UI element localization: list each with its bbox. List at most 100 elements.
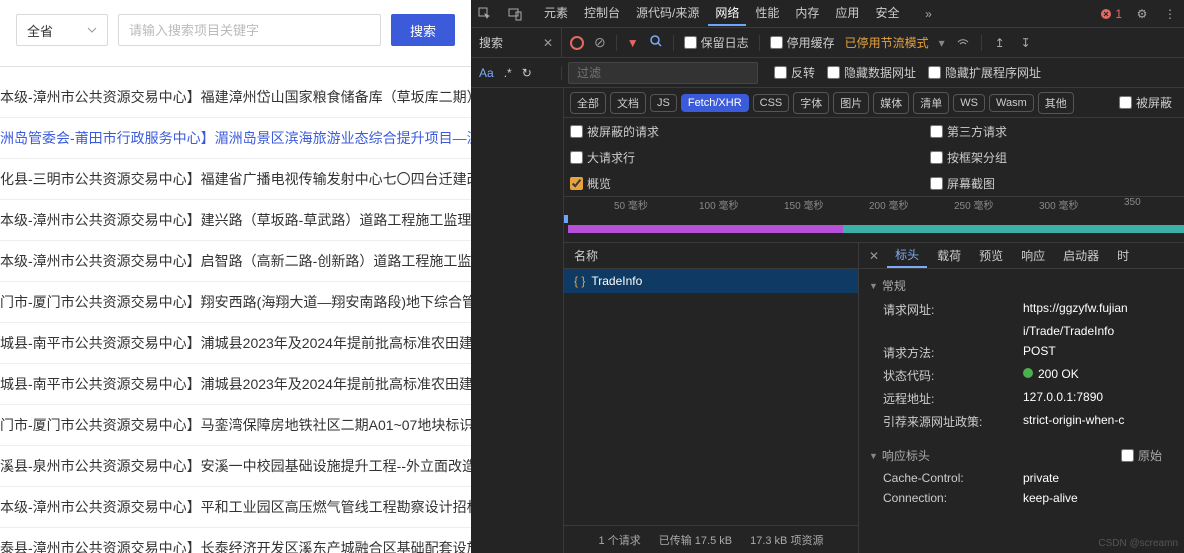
list-item[interactable]: 门市-厦门市公共资源交易中心】马銮湾保障房地铁社区二期A01~07地块标识标 bbox=[0, 405, 471, 446]
more-tabs-icon[interactable]: » bbox=[920, 6, 936, 22]
close-icon[interactable]: ✕ bbox=[543, 36, 553, 50]
tab-网络[interactable]: 网络 bbox=[708, 1, 746, 26]
response-headers-section[interactable]: ▼响应标头 原始 bbox=[859, 443, 1184, 468]
upload-icon[interactable]: ↥ bbox=[992, 35, 1008, 51]
list-item[interactable]: 本级-漳州市公共资源交易中心】平和工业园区高压燃气管线工程勘察设计招标 bbox=[0, 487, 471, 528]
list-item[interactable]: 本级-漳州市公共资源交易中心】建兴路（草坂路-草武路）道路工程施工监理（ bbox=[0, 200, 471, 241]
inspect-icon[interactable] bbox=[477, 6, 493, 22]
type-chip[interactable]: JS bbox=[650, 94, 677, 112]
preserve-log-checkbox[interactable]: 保留日志 bbox=[684, 34, 749, 51]
hide-data-checkbox[interactable]: 隐藏数据网址 bbox=[827, 64, 916, 81]
bottom-area: 名称 { } TradeInfo 1 个请求 已传输 17.5 kB 17.3 … bbox=[563, 243, 1184, 553]
regex-icon[interactable]: .* bbox=[504, 66, 512, 80]
screenshots-checkbox[interactable]: 屏幕截图 bbox=[930, 175, 995, 192]
triangle-down-icon: ▼ bbox=[869, 281, 878, 291]
detail-tab[interactable]: 响应 bbox=[1013, 244, 1053, 267]
group-frame-checkbox[interactable]: 按框架分组 bbox=[930, 149, 1007, 166]
network-toolbar: ⊘ ▼ 保留日志 停用缓存 已停用节流模式 ▾ ↥ ↧ bbox=[562, 28, 1184, 57]
transfer-size: 已传输 17.5 kB bbox=[659, 532, 732, 548]
filter-icon[interactable]: ▼ bbox=[627, 36, 639, 50]
kv-row: 请求方法:POST bbox=[859, 341, 1184, 364]
tab-元素[interactable]: 元素 bbox=[537, 1, 575, 26]
kv-row: Connection:keep-alive bbox=[859, 488, 1184, 508]
more-icon[interactable]: ⋮ bbox=[1162, 6, 1178, 22]
list-item[interactable]: 城县-南平市公共资源交易中心】浦城县2023年及2024年提前批高标准农田建设 bbox=[0, 364, 471, 405]
big-rows-checkbox[interactable]: 大请求行 bbox=[570, 149, 930, 166]
general-section[interactable]: ▼常规 bbox=[859, 273, 1184, 298]
search-button[interactable]: 搜索 bbox=[391, 14, 455, 46]
json-icon: { } bbox=[574, 274, 585, 288]
search-icon[interactable] bbox=[649, 34, 663, 51]
settings-icon[interactable]: ⚙ bbox=[1134, 6, 1150, 22]
type-chip[interactable]: 媒体 bbox=[873, 92, 909, 114]
blocked-resp-checkbox[interactable]: 被屏蔽 bbox=[1119, 94, 1172, 111]
hide-ext-checkbox[interactable]: 隐藏扩展程序网址 bbox=[928, 64, 1041, 81]
throttle-status[interactable]: 已停用节流模式 bbox=[845, 34, 929, 51]
disable-cache-checkbox[interactable]: 停用缓存 bbox=[770, 34, 835, 51]
type-chip[interactable]: 清单 bbox=[913, 92, 949, 114]
wifi-icon[interactable] bbox=[955, 35, 971, 51]
type-chip[interactable]: 全部 bbox=[570, 92, 606, 114]
result-list: 本级-漳州市公共资源交易中心】福建漳州岱山国家粮食储备库（草坂库二期）洲岛管委会… bbox=[0, 67, 471, 553]
detail-tab[interactable]: 载荷 bbox=[929, 244, 969, 267]
filter-input[interactable] bbox=[568, 62, 758, 84]
devtools-panel: 元素控制台源代码/来源网络性能内存应用安全 » 1 ⚙ ⋮ 搜索 ✕ ⊘ ▼ 保… bbox=[471, 0, 1184, 553]
detail-column: ✕ 标头载荷预览响应启动器时 ▼常规 请求网址:https://ggzyfw.f… bbox=[859, 243, 1184, 553]
list-item[interactable]: 门市-厦门市公共资源交易中心】翔安西路(海翔大道—翔安南路段)地下综合管廊 bbox=[0, 282, 471, 323]
tab-应用[interactable]: 应用 bbox=[828, 1, 866, 26]
detail-tabs: ✕ 标头载荷预览响应启动器时 bbox=[859, 243, 1184, 269]
list-item[interactable]: 本级-漳州市公共资源交易中心】福建漳州岱山国家粮食储备库（草坂库二期） bbox=[0, 77, 471, 118]
close-detail-icon[interactable]: ✕ bbox=[863, 249, 885, 263]
province-select[interactable]: 全省 bbox=[16, 14, 108, 46]
tick: 150 毫秒 bbox=[784, 197, 823, 212]
invert-checkbox[interactable]: 反转 bbox=[774, 64, 815, 81]
throttle-caret-icon[interactable]: ▾ bbox=[939, 36, 945, 50]
overview-checkbox[interactable]: 概览 bbox=[570, 175, 930, 192]
type-chip[interactable]: WS bbox=[953, 94, 985, 112]
blocked-req-checkbox[interactable]: 被屏蔽的请求 bbox=[570, 123, 930, 140]
record-button[interactable] bbox=[570, 36, 584, 50]
refresh-icon[interactable]: ↻ bbox=[522, 66, 532, 80]
clear-icon[interactable]: ⊘ bbox=[594, 34, 606, 51]
device-icon[interactable] bbox=[507, 6, 523, 22]
timeline[interactable]: 50 毫秒100 毫秒150 毫秒200 毫秒250 毫秒300 毫秒350 bbox=[563, 197, 1184, 243]
type-chip[interactable]: Wasm bbox=[989, 94, 1034, 112]
filter-row: Aa .* ↻ 反转 隐藏数据网址 隐藏扩展程序网址 bbox=[471, 58, 1184, 88]
tab-安全[interactable]: 安全 bbox=[868, 1, 906, 26]
detail-tab[interactable]: 启动器 bbox=[1055, 244, 1107, 267]
type-chip[interactable]: Fetch/XHR bbox=[681, 94, 749, 112]
detail-tab[interactable]: 标头 bbox=[887, 243, 927, 268]
list-item[interactable]: 化县-三明市公共资源交易中心】福建省广播电视传输发射中心七〇四台迁建改 bbox=[0, 159, 471, 200]
error-badge[interactable]: 1 bbox=[1100, 7, 1122, 21]
status-bar: 1 个请求 已传输 17.5 kB 17.3 kB 项资源 bbox=[564, 525, 858, 553]
list-item[interactable]: 溪县-泉州市公共资源交易中心】安溪一中校园基础设施提升工程--外立面改造项 bbox=[0, 446, 471, 487]
download-icon[interactable]: ↧ bbox=[1018, 35, 1034, 51]
kv-row: 引荐来源网址政策:strict-origin-when-c bbox=[859, 410, 1184, 433]
resource-size: 17.3 kB 项资源 bbox=[750, 532, 823, 548]
tab-性能[interactable]: 性能 bbox=[748, 1, 786, 26]
search-input[interactable] bbox=[118, 14, 381, 46]
list-item[interactable]: 城县-南平市公共资源交易中心】浦城县2023年及2024年提前批高标准农田建设 bbox=[0, 323, 471, 364]
tab-内存[interactable]: 内存 bbox=[788, 1, 826, 26]
type-chip[interactable]: CSS bbox=[753, 94, 790, 112]
third-party-checkbox[interactable]: 第三方请求 bbox=[930, 123, 1007, 140]
tick: 300 毫秒 bbox=[1039, 197, 1078, 212]
type-chip[interactable]: 图片 bbox=[833, 92, 869, 114]
name-column-header[interactable]: 名称 bbox=[564, 243, 858, 269]
list-item[interactable]: 泰县-漳州市公共资源交易中心】长泰经济开发区溪东产城融合区基础配套设施 bbox=[0, 528, 471, 553]
detail-tab[interactable]: 预览 bbox=[971, 244, 1011, 267]
type-chip[interactable]: 字体 bbox=[793, 92, 829, 114]
tick: 50 毫秒 bbox=[614, 197, 648, 212]
list-item[interactable]: 洲岛管委会-莆田市行政服务中心】湄洲岛景区滨海旅游业态综合提升项目—湄 bbox=[0, 118, 471, 159]
type-chip[interactable]: 文档 bbox=[610, 92, 646, 114]
type-chip[interactable]: 其他 bbox=[1038, 92, 1074, 114]
tab-控制台[interactable]: 控制台 bbox=[577, 1, 627, 26]
type-filter-row: 全部文档JSFetch/XHRCSS字体图片媒体清单WSWasm其他 被屏蔽 bbox=[563, 88, 1184, 118]
tab-源代码/来源[interactable]: 源代码/来源 bbox=[629, 1, 706, 26]
request-row[interactable]: { } TradeInfo bbox=[564, 269, 858, 293]
web-page-panel: 全省 搜索 本级-漳州市公共资源交易中心】福建漳州岱山国家粮食储备库（草坂库二期… bbox=[0, 0, 471, 553]
list-item[interactable]: 本级-漳州市公共资源交易中心】启智路（高新二路-创新路）道路工程施工监理 bbox=[0, 241, 471, 282]
raw-checkbox[interactable]: 原始 bbox=[1121, 447, 1174, 464]
match-case-icon[interactable]: Aa bbox=[479, 66, 494, 80]
detail-tab[interactable]: 时 bbox=[1109, 244, 1137, 267]
